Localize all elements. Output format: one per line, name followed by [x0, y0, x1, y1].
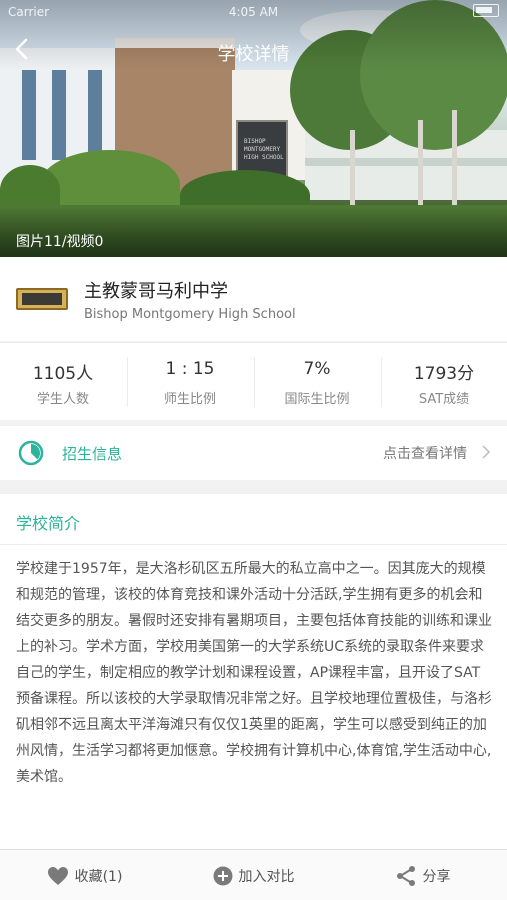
stat-label: SAT成绩	[418, 392, 470, 407]
page-title: 学校详情	[217, 44, 290, 65]
stats-row: 1105人 学生人数 1 : 15 师生比例 7% 国际生比例 1793分 SA…	[0, 342, 507, 420]
enrollment-label: 招生信息	[62, 445, 123, 463]
stat-value: 1 : 15	[165, 359, 215, 379]
heart-icon	[47, 866, 68, 885]
compare-label: 加入对比	[238, 868, 295, 885]
favorite-label: 收藏(1)	[74, 868, 123, 885]
favorite-button[interactable]: 收藏(1)	[0, 850, 169, 900]
stat-international-ratio: 7% 国际生比例	[254, 343, 380, 421]
school-name-en: Bishop Montgomery High School	[84, 307, 296, 322]
share-button[interactable]: 分享	[338, 850, 507, 900]
plus-circle-icon	[213, 866, 232, 885]
stat-label: 国际生比例	[284, 392, 350, 407]
intro-title: 学校简介	[16, 514, 81, 533]
school-sign-text: BISHOP MONTGOMERY HIGH SCHOOL	[244, 138, 284, 161]
school-header: 主教蒙哥马利中学 Bishop Montgomery High School	[0, 257, 507, 341]
status-time: 4:05 AM	[228, 5, 279, 19]
stat-value: 7%	[303, 359, 331, 379]
stat-student-count: 1105人 学生人数	[0, 343, 126, 421]
enrollment-info-row[interactable]: 招生信息 点击查看详情	[0, 426, 507, 480]
stat-value: 1105人	[32, 364, 94, 384]
school-name-cn: 主教蒙哥马利中学	[84, 281, 228, 302]
stat-label: 学生人数	[36, 392, 89, 407]
tree-trunk	[452, 110, 457, 220]
share-label: 分享	[422, 868, 451, 885]
status-bar: Carrier 4:05 AM	[0, 0, 507, 24]
bottom-action-bar: 收藏(1) 加入对比 分享	[0, 849, 507, 900]
hero-image[interactable]: BISHOP MONTGOMERY HIGH SCHOOL Carrier 4:05…	[0, 0, 507, 257]
battery-icon	[473, 4, 499, 17]
tree-trunk	[350, 130, 355, 210]
pie-chart-icon	[18, 440, 44, 466]
add-compare-button[interactable]: 加入对比	[169, 850, 338, 900]
view-details-link[interactable]: 点击查看详情	[383, 443, 467, 463]
photo-count: 图片11/视频0	[16, 234, 104, 250]
chevron-right-icon	[482, 445, 491, 459]
intro-text: 学校建于1957年，是大洛杉矶区五所最大的私立高中之一。因其庞大的规模和规范的管…	[16, 561, 492, 785]
school-logo	[16, 288, 68, 310]
stat-teacher-ratio: 1 : 15 师生比例	[127, 343, 253, 421]
divider	[0, 544, 507, 545]
stat-label: 师生比例	[163, 392, 216, 407]
stat-sat-score: 1793分 SAT成绩	[381, 343, 507, 421]
stat-value: 1793分	[413, 364, 475, 384]
share-icon	[396, 865, 415, 886]
school-intro-section: 学校简介 学校建于1957年，是大洛杉矶区五所最大的私立高中之一。因其庞大的规模…	[0, 494, 507, 849]
